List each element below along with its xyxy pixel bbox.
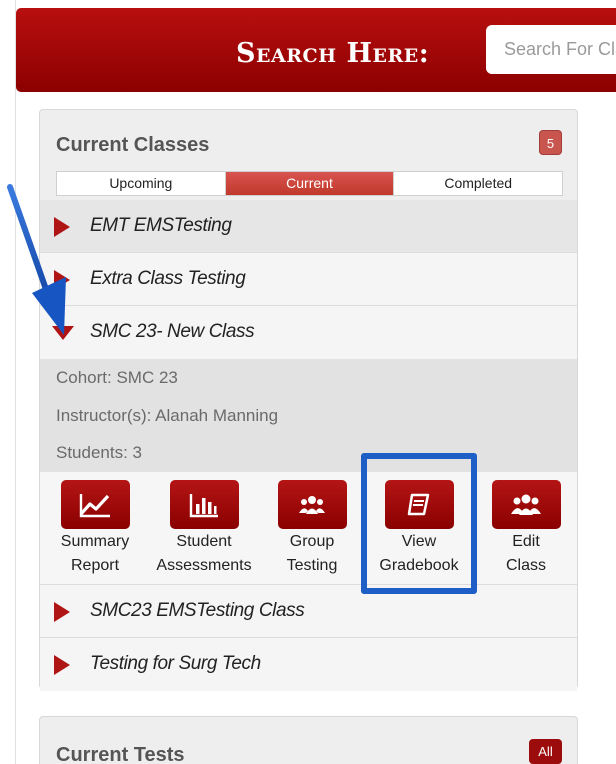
edit-class-button[interactable]: Edit Class bbox=[471, 480, 581, 578]
class-name[interactable]: Testing for Surg Tech bbox=[90, 653, 261, 675]
expand-arrow-icon[interactable] bbox=[54, 655, 70, 675]
class-row[interactable]: Testing for Surg Tech bbox=[40, 638, 577, 691]
users-icon[interactable] bbox=[491, 480, 561, 529]
group-icon[interactable] bbox=[277, 480, 347, 529]
class-name[interactable]: SMC 23- New Class bbox=[90, 321, 255, 343]
current-classes-panel: Current Classes 5 Upcoming Current Compl… bbox=[39, 109, 578, 691]
instructors-text: Instructor(s): Alanah Manning bbox=[56, 406, 279, 425]
line-chart-icon[interactable] bbox=[60, 480, 130, 529]
summary-report-button[interactable]: Summary Report bbox=[40, 480, 150, 578]
summary-report-label: Summary Report bbox=[60, 533, 130, 574]
class-row-expanded[interactable]: SMC 23- New Class bbox=[40, 306, 577, 359]
class-name[interactable]: SMC23 EMSTesting Class bbox=[90, 600, 305, 622]
highlight-annotation bbox=[361, 453, 477, 594]
class-row[interactable]: SMC23 EMSTesting Class bbox=[40, 585, 577, 638]
class-actions: Summary Report Student Assessments Group… bbox=[40, 472, 577, 585]
class-list: EMT EMSTesting Extra Class Testing SMC 2… bbox=[40, 200, 577, 691]
tab-current[interactable]: Current bbox=[225, 172, 395, 195]
class-count-badge: 5 bbox=[539, 130, 562, 155]
all-tests-badge[interactable]: All bbox=[529, 739, 562, 764]
student-assessments-label: Student Assessments bbox=[156, 533, 252, 574]
search-input[interactable] bbox=[486, 25, 616, 74]
class-row[interactable]: Extra Class Testing bbox=[40, 253, 577, 306]
tab-completed[interactable]: Completed bbox=[394, 172, 562, 195]
search-box[interactable] bbox=[486, 25, 616, 74]
panel-title: Current Classes bbox=[56, 134, 210, 156]
bar-chart-icon[interactable] bbox=[169, 480, 239, 529]
search-header-title: Search Here: bbox=[236, 38, 430, 69]
class-row[interactable]: EMT EMSTesting bbox=[40, 200, 577, 253]
group-testing-label: Group Testing bbox=[286, 533, 338, 574]
cohort-text: Cohort: SMC 23 bbox=[56, 368, 178, 387]
expand-arrow-icon[interactable] bbox=[54, 602, 70, 622]
class-details: Cohort: SMC 23 Instructor(s): Alanah Man… bbox=[40, 359, 577, 472]
group-testing-button[interactable]: Group Testing bbox=[257, 480, 367, 578]
class-name[interactable]: EMT EMSTesting bbox=[90, 215, 232, 237]
arrow-annotation-icon bbox=[7, 184, 66, 335]
edit-class-label: Edit Class bbox=[505, 533, 546, 574]
class-tabs: Upcoming Current Completed bbox=[56, 171, 563, 196]
current-tests-panel: Current Tests All bbox=[39, 716, 578, 764]
student-assessments-button[interactable]: Student Assessments bbox=[149, 480, 259, 578]
search-header: Search Here: bbox=[16, 8, 616, 92]
panel-title: Current Tests bbox=[56, 744, 185, 764]
students-text: Students: 3 bbox=[56, 443, 143, 462]
class-name[interactable]: Extra Class Testing bbox=[90, 268, 246, 290]
